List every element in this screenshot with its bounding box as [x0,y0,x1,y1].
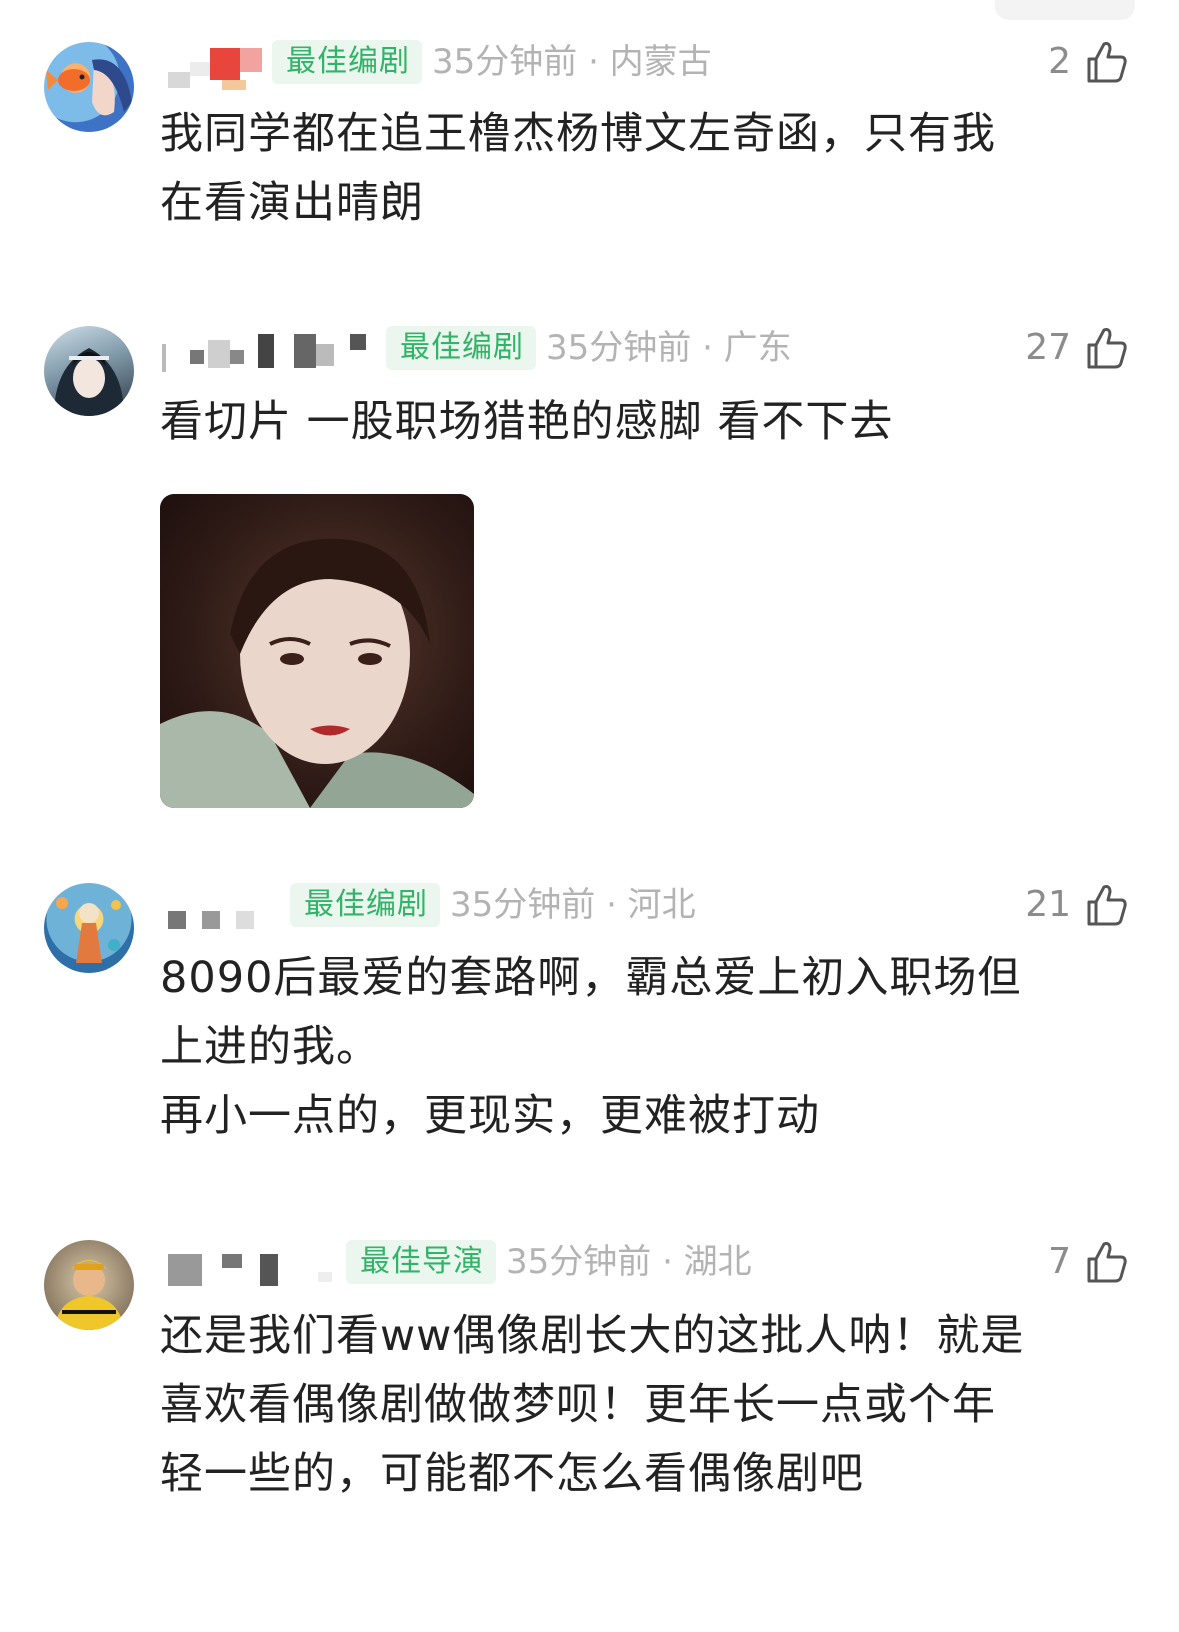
comment-time-location: 35分钟前 · 内蒙古 [432,42,712,82]
avatar-illustration-image [56,897,121,963]
comment-line: 看切片 一股职场猎艳的感脚 看不下去 [160,397,894,447]
best-director-badge: 最佳导演 [346,1240,496,1284]
avatar[interactable] [44,326,134,416]
username-redacted [168,891,288,931]
thumbs-up-icon [1087,42,1127,83]
best-writer-badge: 最佳编剧 [272,40,422,84]
like-count: 27 [1025,327,1071,368]
like-button[interactable]: 27 [1025,326,1129,370]
top-scroll-pill [995,0,1135,20]
like-count: 2 [1048,41,1071,82]
comment-header: 最佳编剧 35分钟前 · 内蒙古 2 [160,40,1139,90]
comment-header: 最佳编剧 35分钟前 · 河北 21 [160,883,1139,933]
like-button[interactable]: 7 [1048,1240,1129,1284]
thumbs-up-icon [1087,1242,1127,1283]
comment-time-location: 35分钟前 · 广东 [546,328,792,368]
comment-header: 最佳导演 35分钟前 · 湖北 7 [160,1240,1139,1290]
username-redacted [162,334,378,374]
comment-line: 8090后最爱的套路啊，霸总爱上初入职场但 [160,953,1022,1003]
comment-text: 我同学都在追王橹杰杨博文左奇函，只有我 在看演出晴朗 [160,100,1110,238]
avatar-goldfish-image [46,59,132,116]
portrait-photo [160,538,474,808]
avatar[interactable] [44,883,134,973]
username-redacted [168,48,268,90]
avatar-anime-image [54,348,124,416]
comment-header: 最佳编剧 35分钟前 · 广东 27 [160,326,1139,376]
like-button[interactable]: 2 [1048,40,1129,84]
comment-line: 我同学都在追王橹杰杨博文左奇函，只有我 [160,109,996,159]
like-count: 7 [1048,1241,1071,1282]
like-button[interactable]: 21 [1025,883,1129,927]
avatar[interactable] [44,1240,134,1330]
comment-line: 再小一点的，更现实，更难被打动 [160,1091,820,1141]
comment-text: 看切片 一股职场猎艳的感脚 看不下去 [160,388,1110,457]
avatar[interactable] [44,42,134,132]
best-writer-badge: 最佳编剧 [386,326,536,370]
comment-time-location: 35分钟前 · 河北 [450,885,696,925]
best-writer-badge: 最佳编剧 [290,883,440,927]
comment-line: 还是我们看ww偶像剧长大的这批人呐！就是 [160,1311,1025,1361]
avatar-monkey-king-image [54,1260,124,1330]
thumbs-up-icon [1087,328,1127,369]
comment-line: 上进的我。 [160,1022,380,1072]
username-redacted [168,1248,348,1288]
comment-text: 还是我们看ww偶像剧长大的这批人呐！就是 喜欢看偶像剧做做梦呗！更年长一点或个年… [160,1302,1110,1509]
thumbs-up-icon [1087,885,1127,926]
comment-line: 喜欢看偶像剧做做梦呗！更年长一点或个年 [160,1380,996,1430]
comment-text: 8090后最爱的套路啊，霸总爱上初入职场但 上进的我。 再小一点的，更现实，更难… [160,944,1110,1151]
comment-line: 在看演出晴朗 [160,178,424,228]
comment-image[interactable] [160,494,474,808]
comment-line: 轻一些的，可能都不怎么看偶像剧吧 [160,1449,864,1499]
comment-time-location: 35分钟前 · 湖北 [506,1242,752,1282]
like-count: 21 [1025,884,1071,925]
